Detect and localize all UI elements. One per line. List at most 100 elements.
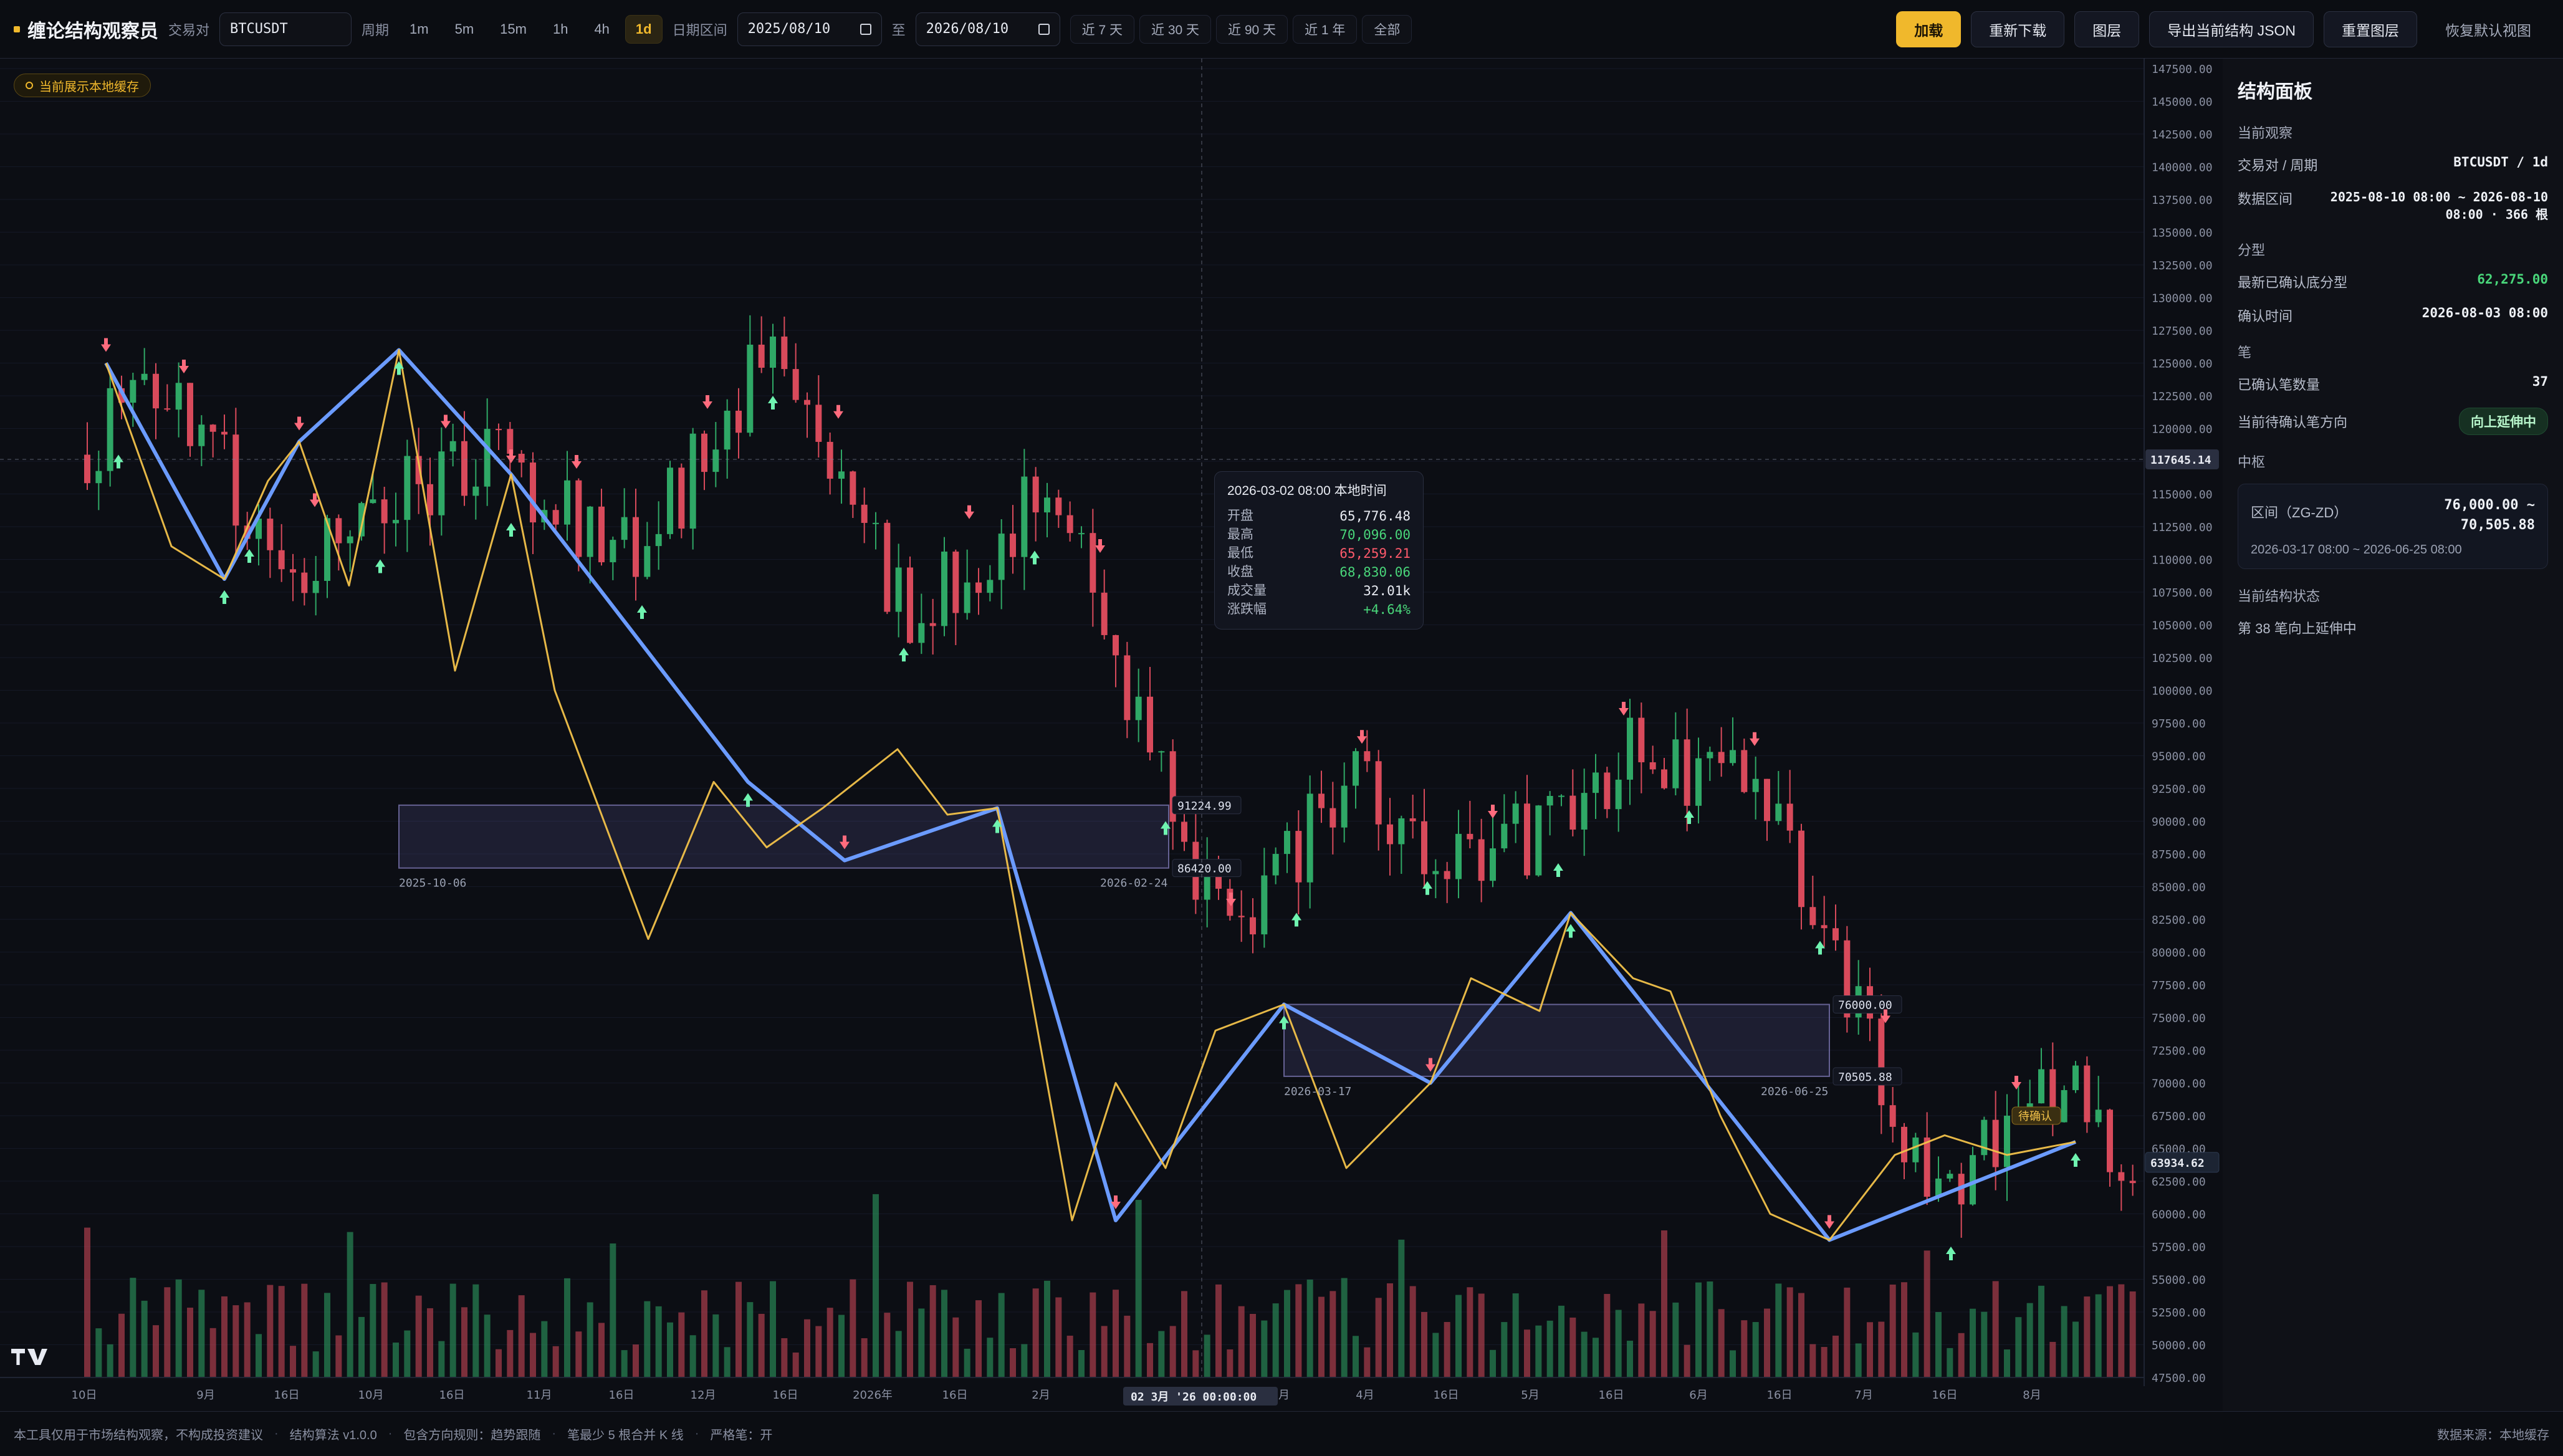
y-tick-label: 102500.00: [2152, 652, 2213, 665]
volume-bar: [1695, 1282, 1702, 1377]
data-range-label: 数据区间: [2238, 191, 2293, 207]
candle-body: [884, 522, 891, 612]
candle-body: [564, 480, 570, 525]
layers-button[interactable]: 图层: [2074, 11, 2140, 47]
volume-bar: [964, 1348, 970, 1377]
volume-bar: [267, 1285, 274, 1377]
y-tick-label: 147500.00: [2152, 63, 2213, 76]
candle-body: [895, 567, 902, 612]
volume-bar: [107, 1344, 113, 1377]
y-tick-label: 120000.00: [2152, 423, 2213, 436]
section-bi: 笔: [2238, 345, 2252, 360]
tooltip-key: 涨跌幅: [1227, 602, 1267, 616]
period-1h[interactable]: 1h: [542, 15, 578, 44]
range-90d-button[interactable]: 近 90 天: [1216, 14, 1288, 44]
volume-bar: [141, 1300, 148, 1377]
candle-body: [107, 388, 113, 471]
period-15m[interactable]: 15m: [489, 15, 537, 44]
volume-bar: [815, 1326, 822, 1377]
candle-body: [770, 336, 776, 368]
zhongshu-end-date: 2026-02-24: [1100, 877, 1167, 890]
structure-panel: 结构面板 当前观察 交易对 / 周期 BTCUSDT / 1d 数据区间 202…: [2223, 59, 2563, 1411]
candle-body: [1284, 831, 1290, 855]
volume-bar: [1181, 1291, 1187, 1377]
date-to-input[interactable]: 2026/08/10: [915, 12, 1060, 46]
volume-bar: [1981, 1311, 1988, 1377]
x-tick-label: 6月: [1689, 1389, 1707, 1402]
candle-body: [667, 467, 673, 534]
status-footer: 本工具仅用于市场结构观察，不构成投资建议 · 结构算法 v1.0.0 · 包含方…: [0, 1411, 2563, 1456]
tooltip-value: 70,096.00: [1339, 527, 1411, 542]
section-current: 当前观察: [2238, 125, 2293, 141]
candle-body: [975, 582, 982, 593]
volume-bar: [2129, 1291, 2136, 1377]
volume-bar: [1124, 1315, 1131, 1377]
footer-min-bars: 笔最少 5 根合并 K 线: [567, 1429, 684, 1442]
cache-status-text: 当前展示本地缓存: [39, 80, 139, 94]
tooltip-row: 涨跌幅 +4.64%: [1227, 600, 1411, 619]
volume-bar: [1318, 1296, 1325, 1377]
volume-bar: [1467, 1287, 1473, 1377]
pair-input[interactable]: BTCUSDT: [219, 12, 352, 46]
range-30d-button[interactable]: 近 30 天: [1139, 14, 1212, 44]
candle-body: [1055, 497, 1062, 515]
tooltip-key: 收盘: [1227, 565, 1253, 579]
range-all-button[interactable]: 全部: [1362, 14, 1412, 44]
kv-latest-fenxing: 最新已确认底分型 62,275.00: [2238, 272, 2548, 292]
candle-body: [518, 454, 525, 463]
reload-button[interactable]: 重新下载: [1971, 11, 2065, 47]
volume-bar: [312, 1351, 319, 1377]
restore-view-button[interactable]: 恢复默认视图: [2427, 11, 2549, 47]
volume-bar: [393, 1342, 399, 1377]
latest-fenxing-value: 62,275.00: [2477, 272, 2548, 287]
period-4h[interactable]: 4h: [583, 15, 620, 44]
period-5m[interactable]: 5m: [444, 15, 485, 44]
volume-bar: [530, 1333, 536, 1377]
volume-bar: [644, 1301, 651, 1377]
candle-body: [621, 517, 628, 540]
period-1d[interactable]: 1d: [625, 14, 663, 44]
x-tick-label: 2月: [1032, 1389, 1050, 1402]
candle-body: [873, 522, 879, 524]
candle-body: [472, 486, 479, 496]
range-7d-button[interactable]: 近 7 天: [1070, 14, 1134, 44]
cache-status-pill: 当前展示本地缓存: [14, 74, 151, 97]
candle-body: [370, 499, 376, 504]
zhongshu-top-label: 91224.99: [1177, 800, 1232, 813]
quick-range-group: 近 7 天 近 30 天 近 90 天 近 1 年 全部: [1070, 14, 1412, 44]
candlestick-chart[interactable]: 47500.00 50000.00 52500.00 55000.00 57500.00…: [0, 59, 2222, 1411]
x-tick-label: 8月: [2023, 1389, 2041, 1402]
period-1m[interactable]: 1m: [399, 15, 439, 44]
volume-bar: [2015, 1317, 2022, 1377]
reset-layers-button[interactable]: 重置图层: [2324, 11, 2417, 47]
candle-body: [1295, 831, 1302, 883]
candle-body: [815, 405, 822, 442]
volume-bar: [1718, 1309, 1725, 1377]
load-button[interactable]: 加载: [1896, 11, 1962, 47]
footer-sep: ·: [388, 1427, 393, 1440]
candle-body: [141, 373, 148, 380]
y-tick-label: 145000.00: [2152, 96, 2213, 109]
candle-body: [1604, 772, 1611, 810]
y-tick-label: 50000.00: [2152, 1339, 2206, 1353]
y-tick-label: 72500.00: [2152, 1045, 2206, 1058]
volume-bar: [1066, 1335, 1073, 1377]
candle-body: [1558, 795, 1564, 797]
candle-body: [724, 410, 731, 450]
volume-bar: [278, 1286, 285, 1377]
last-price-label: 63934.62: [2150, 1157, 2205, 1170]
export-json-button[interactable]: 导出当前结构 JSON: [2149, 11, 2314, 47]
candle-body: [1101, 592, 1108, 635]
date-from-input[interactable]: 2025/08/10: [737, 12, 882, 46]
candle-body: [1272, 854, 1279, 876]
candle-body: [1672, 739, 1679, 788]
volume-bar: [941, 1290, 947, 1377]
y-tick-label: 80000.00: [2152, 947, 2206, 960]
candle-body: [964, 582, 970, 613]
candle-body: [689, 433, 696, 529]
pair-period-label: 交易对 / 周期: [2238, 158, 2318, 173]
candle-body: [575, 480, 582, 557]
range-1y-button[interactable]: 近 1 年: [1293, 14, 1358, 44]
period-selector: 1m 5m 15m 1h 4h 1d: [399, 14, 663, 44]
volume-bar: [232, 1305, 239, 1377]
